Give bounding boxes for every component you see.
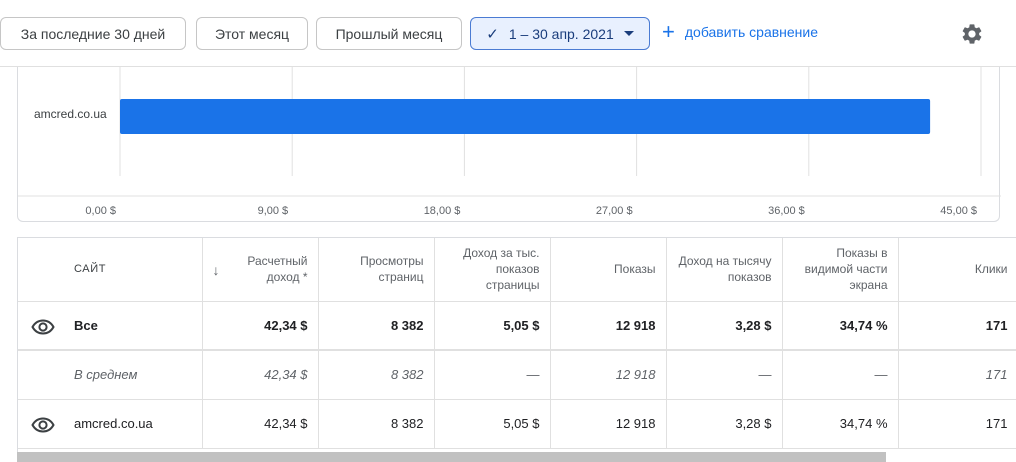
- impressions-cell: 12 918: [550, 301, 667, 351]
- revenue-bar-chart-panel: 0,00 $ 9,00 $ 18,00 $ 27,00 $ 36,00 $ 45,00 $…: [17, 67, 1001, 222]
- plus-icon: +: [662, 19, 675, 44]
- gear-icon[interactable]: [960, 22, 984, 46]
- rpm-cell: 5,05 $: [434, 301, 551, 351]
- pageviews-cell: 8 382: [318, 350, 435, 400]
- viewable-cell: —: [782, 350, 899, 400]
- date-range-label: 1 – 30 апр. 2021: [508, 25, 614, 42]
- clicks-cell: 171: [898, 301, 1016, 351]
- date-filter-bar: За последние 30 дней Этот месяц Прошлый …: [0, 0, 1016, 67]
- rpm-cell: —: [434, 350, 551, 400]
- column-header-page-rpm[interactable]: Доход за тыс. показов страницы: [434, 238, 551, 302]
- viewable-cell: 34,74 %: [782, 301, 899, 351]
- bar: [120, 99, 931, 134]
- arrow-down-icon: ↓: [212, 262, 220, 278]
- eye-icon[interactable]: [31, 318, 55, 335]
- impression-rpm-cell: —: [666, 350, 783, 400]
- revenue-cell: 42,34 $: [202, 399, 319, 449]
- filter-last-month-chip[interactable]: Прошлый месяц: [316, 17, 462, 50]
- site-label: В среднем: [74, 367, 138, 383]
- table-header-row: САЙТ ↓ Расчетный доход * Просмотры стран…: [18, 238, 1016, 302]
- column-header-clicks[interactable]: Клики: [898, 238, 1016, 302]
- site-label: amcred.co.ua: [74, 416, 153, 431]
- column-header-impression-rpm[interactable]: Доход на тысячу показов: [666, 238, 783, 302]
- report-table: САЙТ ↓ Расчетный доход * Просмотры стран…: [18, 238, 1016, 449]
- x-tick-label: 0,00 $: [85, 205, 116, 217]
- impressions-cell: 12 918: [550, 399, 667, 449]
- x-tick-label: 27,00 $: [596, 205, 633, 217]
- column-header-pageviews[interactable]: Просмотры страниц: [318, 238, 435, 302]
- filter-last-30-days-chip[interactable]: За последние 30 дней: [0, 17, 186, 50]
- add-comparison-button[interactable]: + добавить сравнение: [662, 19, 819, 44]
- impression-rpm-cell: 3,28 $: [666, 399, 783, 449]
- pageviews-cell: 8 382: [318, 301, 435, 351]
- total-row: Все 42,34 $8 382 5,05 $12 918 3,28 $34,74 %…: [18, 301, 1016, 351]
- impression-rpm-cell: 3,28 $: [666, 301, 783, 351]
- impressions-cell: 12 918: [550, 350, 667, 400]
- viewable-cell: 34,74 %: [782, 399, 899, 449]
- column-header-revenue-label: Расчетный доход *: [247, 254, 308, 285]
- date-range-dropdown[interactable]: ✓ 1 – 30 апр. 2021: [470, 17, 650, 50]
- eye-icon[interactable]: [31, 416, 55, 433]
- add-comparison-label: добавить сравнение: [684, 24, 819, 40]
- revenue-bar-chart: 0,00 $ 9,00 $ 18,00 $ 27,00 $ 36,00 $ 45,00 $…: [18, 67, 1001, 217]
- chevron-down-icon: [623, 31, 634, 36]
- x-tick-label: 18,00 $: [424, 205, 461, 217]
- site-cell: Все: [18, 301, 203, 351]
- clicks-cell: 171: [898, 350, 1016, 400]
- x-tick-label: 9,00 $: [258, 205, 289, 217]
- clicks-cell: 171: [898, 399, 1016, 449]
- x-tick-label: 45,00 $: [940, 205, 977, 217]
- table-row: amcred.co.ua 42,34 $8 382 5,05 $12 918 3,28…: [18, 399, 1016, 449]
- column-header-revenue[interactable]: ↓ Расчетный доход *: [202, 238, 319, 302]
- site-cell: amcred.co.ua: [18, 399, 203, 449]
- column-header-site[interactable]: САЙТ: [18, 238, 203, 302]
- column-header-viewable[interactable]: Показы в видимой части экрана: [782, 238, 899, 302]
- average-row: В среднем 42,34 $8 382—12 918— —171: [18, 350, 1016, 400]
- revenue-cell: 42,34 $: [202, 301, 319, 351]
- pageviews-cell: 8 382: [318, 399, 435, 449]
- filter-this-month-chip[interactable]: Этот месяц: [196, 17, 308, 50]
- category-label: amcred.co.ua: [34, 107, 107, 121]
- site-cell: В среднем: [18, 350, 203, 400]
- column-header-impressions[interactable]: Показы: [550, 238, 667, 302]
- site-label: Все: [74, 317, 98, 333]
- revenue-cell: 42,34 $: [202, 350, 319, 400]
- report-table-container: САЙТ ↓ Расчетный доход * Просмотры стран…: [17, 237, 1016, 462]
- rpm-cell: 5,05 $: [434, 399, 551, 449]
- check-icon: ✓: [486, 25, 499, 43]
- x-tick-label: 36,00 $: [768, 205, 805, 217]
- horizontal-scrollbar[interactable]: [17, 452, 886, 462]
